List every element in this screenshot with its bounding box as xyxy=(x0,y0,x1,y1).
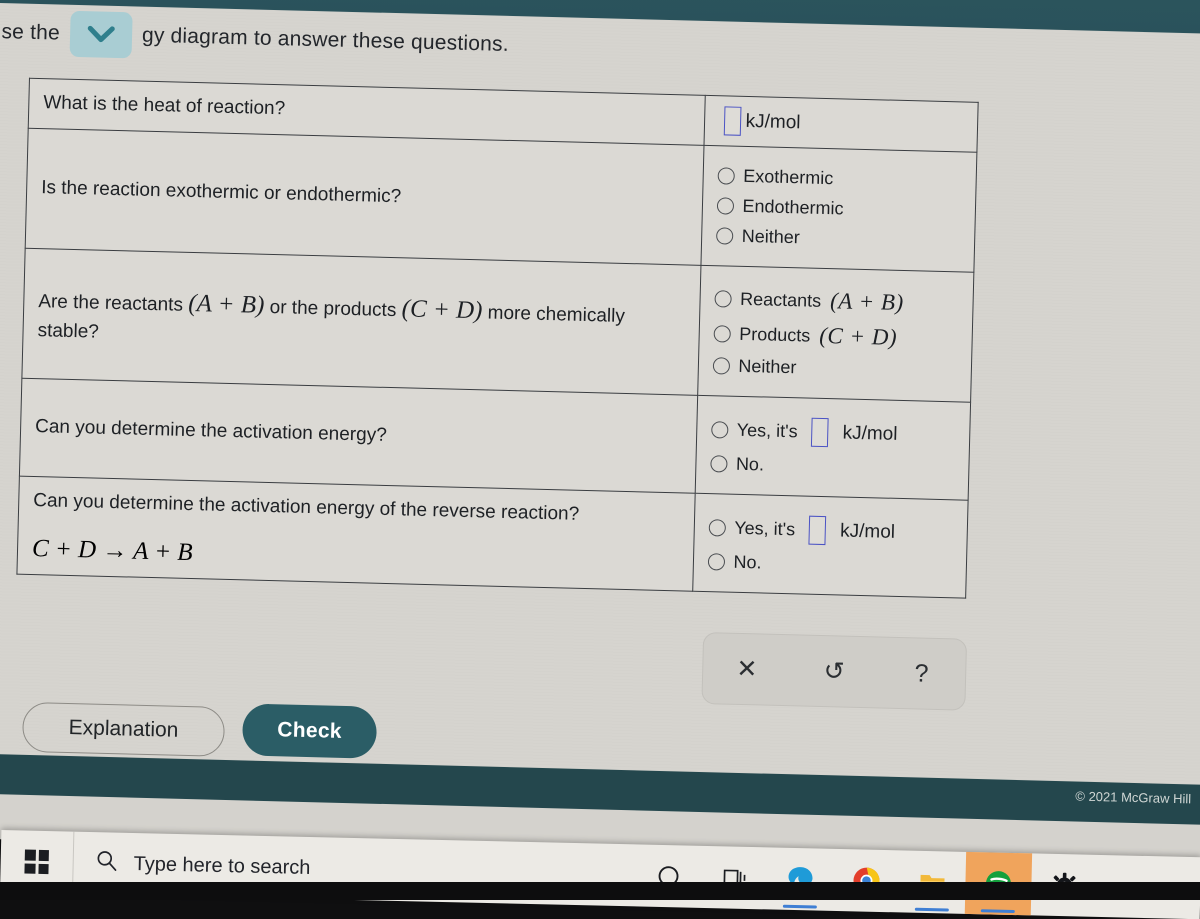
table-row: Are the reactants (A + B) or the product… xyxy=(22,248,974,402)
answer-cell: Yes, it's kJ/mol No. xyxy=(695,395,971,500)
reactants-formula: (A + B) xyxy=(188,290,265,319)
radio-label: Neither xyxy=(741,226,800,248)
question-text-part1: Are the reactants xyxy=(38,291,183,316)
radio-icon xyxy=(707,553,724,570)
screen-bezel xyxy=(0,882,1200,900)
radio-option-reactants[interactable]: Reactants (A + B) xyxy=(714,285,959,317)
radio-option-yes[interactable]: Yes, it's kJ/mol xyxy=(710,415,955,450)
search-icon xyxy=(95,849,118,877)
question-text: What is the heat of reaction? xyxy=(43,91,690,134)
prompt-text-after: gy diagram to answer these questions. xyxy=(142,24,509,57)
answer-toolstrip: ✕ ↺ ? xyxy=(701,632,967,711)
unit-label: kJ/mol xyxy=(842,422,897,445)
unit-label: kJ/mol xyxy=(840,520,895,543)
radio-label-formula: (A + B) xyxy=(830,288,904,316)
radio-option-endothermic[interactable]: Endothermic xyxy=(716,195,961,222)
radio-label: No. xyxy=(736,454,765,476)
taskbar-active-underline xyxy=(783,905,817,909)
radio-icon xyxy=(716,197,733,214)
radio-icon xyxy=(713,325,730,342)
question-cell: Are the reactants (A + B) or the product… xyxy=(22,248,701,395)
radio-label: Products xyxy=(739,323,811,346)
question-table: What is the heat of reaction? kJ/mol Is … xyxy=(16,78,978,599)
photographed-screen: Use the gy diagram to answer these quest… xyxy=(0,0,1200,870)
question-text-part2: or the products xyxy=(269,297,396,321)
activation-energy-input[interactable] xyxy=(811,418,829,447)
help-button[interactable]: ? xyxy=(891,660,952,687)
answer-cell: Reactants (A + B) Products (C + D) Neith… xyxy=(697,265,974,402)
windows-logo-icon xyxy=(24,850,49,875)
radio-option-products[interactable]: Products (C + D) xyxy=(713,320,958,352)
radio-label: Neither xyxy=(738,356,797,378)
radio-option-no[interactable]: No. xyxy=(707,551,952,578)
radio-icon xyxy=(714,290,731,307)
question-text: Are the reactants (A + B) or the product… xyxy=(37,283,685,360)
question-cell: Can you determine the activation energy … xyxy=(17,476,695,591)
radio-label: Yes, it's xyxy=(737,420,798,443)
radio-option-exothermic[interactable]: Exothermic xyxy=(717,165,962,192)
radio-label-formula: (C + D) xyxy=(819,323,897,351)
unit-label: kJ/mol xyxy=(745,110,800,133)
radio-icon xyxy=(708,519,725,536)
heat-of-reaction-input[interactable] xyxy=(723,106,741,135)
answer-cell: kJ/mol xyxy=(704,95,979,152)
question-text: Is the reaction exothermic or endothermi… xyxy=(41,176,688,219)
clear-button[interactable]: ✕ xyxy=(717,656,778,683)
question-cell: Is the reaction exothermic or endothermi… xyxy=(25,128,703,265)
radio-icon xyxy=(717,167,734,184)
chrome-icon[interactable] xyxy=(833,849,900,912)
question-cell: Can you determine the activation energy? xyxy=(19,378,697,493)
radio-icon xyxy=(710,455,727,472)
check-button[interactable]: Check xyxy=(242,703,377,758)
edge-icon[interactable] xyxy=(767,847,834,910)
radio-option-yes[interactable]: Yes, it's kJ/mol xyxy=(708,513,953,548)
table-row: Is the reaction exothermic or endothermi… xyxy=(25,128,977,272)
radio-label: Exothermic xyxy=(743,166,834,189)
explanation-button[interactable]: Explanation xyxy=(22,702,225,757)
question-text: Can you determine the activation energy? xyxy=(35,414,682,457)
taskbar-active-underline xyxy=(981,909,1015,913)
radio-label: Yes, it's xyxy=(734,518,795,541)
products-formula: (C + D) xyxy=(401,295,482,324)
radio-option-neither[interactable]: Neither xyxy=(712,355,957,382)
taskbar-search-placeholder: Type here to search xyxy=(133,853,310,880)
radio-option-neither[interactable]: Neither xyxy=(715,225,960,252)
radio-label: No. xyxy=(733,552,762,574)
undo-button[interactable]: ↺ xyxy=(804,658,865,685)
radio-icon xyxy=(711,421,728,438)
taskbar-active-underline xyxy=(915,908,949,912)
radio-icon xyxy=(716,227,733,244)
reverse-reaction-equation: C + D → A + B xyxy=(32,535,679,579)
radio-option-no[interactable]: No. xyxy=(710,453,955,480)
answer-cell: Yes, it's kJ/mol No. xyxy=(692,493,968,598)
copyright-text: © 2021 McGraw Hill xyxy=(1075,788,1191,806)
prompt-text-before: Use the xyxy=(0,20,60,46)
question-text: Can you determine the activation energy … xyxy=(33,488,680,531)
chevron-down-button[interactable] xyxy=(69,11,132,59)
answer-cell: Exothermic Endothermic Neither xyxy=(700,145,976,272)
radio-label: Reactants xyxy=(740,288,822,311)
radio-label: Endothermic xyxy=(742,196,844,220)
reverse-activation-energy-input[interactable] xyxy=(809,516,827,545)
radio-icon xyxy=(712,357,729,374)
